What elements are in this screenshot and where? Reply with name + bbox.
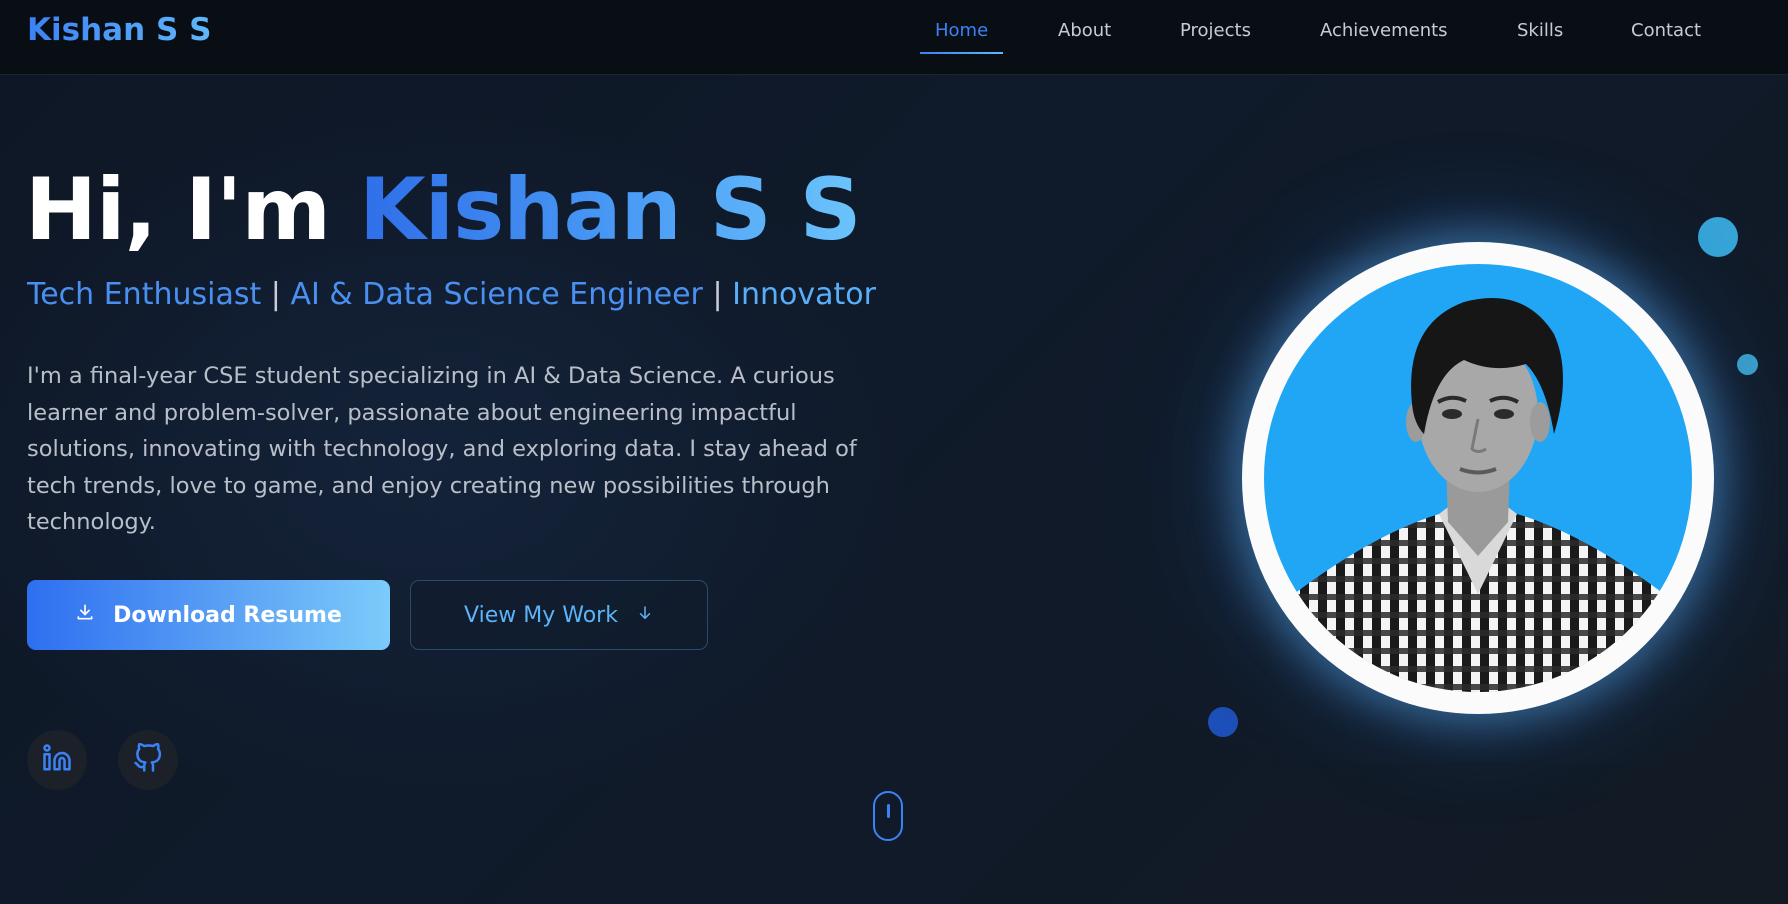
navbar: Kishan S S Home About Projects Achieveme…: [0, 0, 1788, 75]
view-my-work-label: View My Work: [464, 602, 618, 628]
linkedin-icon: [42, 743, 72, 777]
decorative-circle: [1737, 354, 1758, 375]
linkedin-link[interactable]: [27, 730, 87, 790]
download-resume-label: Download Resume: [113, 602, 342, 628]
download-icon: [75, 602, 95, 628]
github-icon: [133, 742, 163, 777]
nav-link-about[interactable]: About: [1058, 20, 1111, 41]
download-resume-button[interactable]: Download Resume: [27, 580, 390, 650]
nav-link-achievements[interactable]: Achievements: [1320, 20, 1448, 41]
hero-greeting: Hi, I'm: [25, 160, 331, 260]
scroll-wheel-dot: [887, 804, 890, 818]
nav-link-contact[interactable]: Contact: [1631, 20, 1701, 41]
profile-photo: [1264, 264, 1692, 692]
tagline-part-3: Innovator: [732, 277, 876, 312]
profile-photo-frame: [1242, 242, 1714, 714]
site-logo[interactable]: Kishan S S: [27, 12, 211, 48]
github-link[interactable]: [118, 730, 178, 790]
hero-bio: I'm a final-year CSE student specializin…: [27, 363, 857, 535]
decorative-circle: [1698, 217, 1738, 257]
view-my-work-button[interactable]: View My Work: [410, 580, 708, 650]
tagline-separator: |: [270, 277, 281, 312]
nav-link-skills[interactable]: Skills: [1517, 20, 1563, 41]
arrow-down-icon: [636, 603, 654, 628]
nav-link-projects[interactable]: Projects: [1180, 20, 1251, 41]
hero-title: Hi, I'm Kishan S S: [25, 160, 862, 260]
tagline-part-1: Tech Enthusiast: [27, 277, 262, 312]
tagline-part-2: AI & Data Science Engineer: [290, 277, 703, 312]
person-portrait-illustration: [1264, 298, 1692, 692]
decorative-circle: [1208, 707, 1238, 737]
tagline-separator: |: [712, 277, 723, 312]
hero-name: Kishan S S: [358, 160, 862, 260]
nav-link-home[interactable]: Home: [935, 20, 988, 41]
hero-tagline: Tech Enthusiast | AI & Data Science Engi…: [27, 277, 876, 312]
scroll-down-indicator[interactable]: [873, 791, 903, 841]
active-nav-indicator: [920, 52, 1003, 54]
